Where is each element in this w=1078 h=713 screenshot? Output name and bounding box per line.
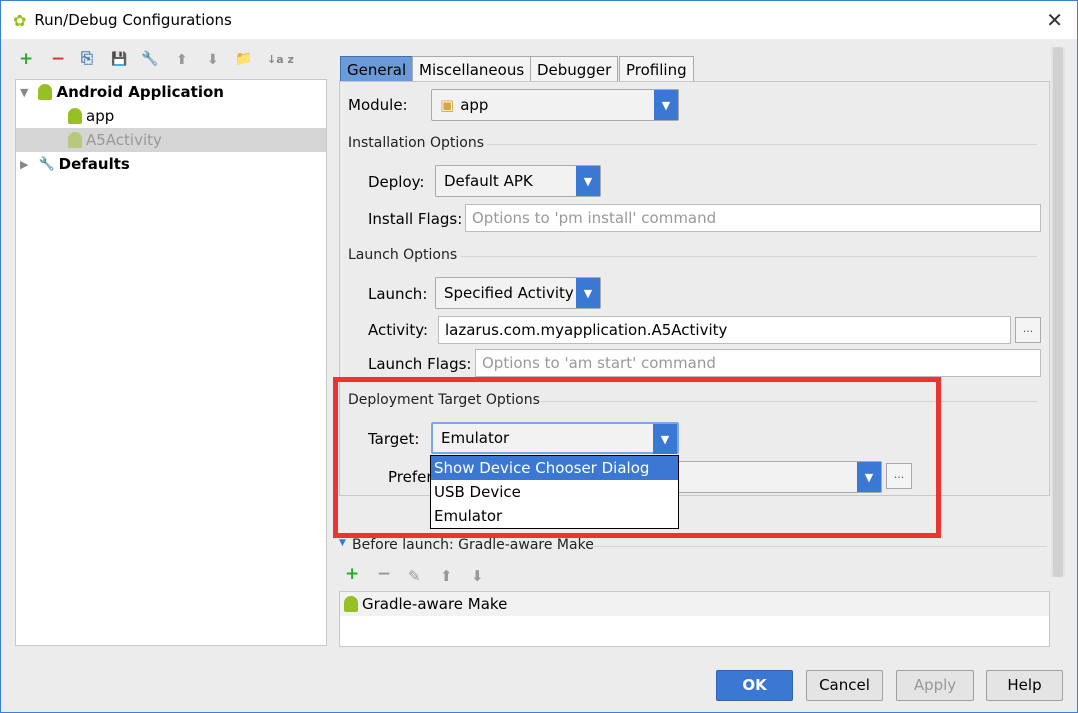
activity-label: Activity: (368, 321, 429, 339)
tree-item-label: app (86, 107, 115, 125)
help-button[interactable]: Help (986, 670, 1063, 701)
option-usb-device[interactable]: USB Device (431, 480, 678, 504)
tree-item-label: A5Activity (86, 131, 162, 149)
move-down-icon[interactable]: ⬇ (471, 567, 484, 585)
placeholder: Options to 'pm install' command (472, 209, 717, 227)
android-icon (38, 84, 53, 100)
ok-button[interactable]: OK (716, 670, 793, 701)
before-launch-item[interactable]: Gradle-aware Make (340, 592, 1049, 616)
module-select[interactable]: ▣ app ▼ (431, 89, 679, 121)
title-bar: ✿ Run/Debug Configurations (1, 1, 1077, 39)
before-launch-heading: Before launch: Gradle-aware Make (352, 537, 594, 553)
copy-icon[interactable]: ⎘ (81, 49, 93, 67)
module-value: app (460, 96, 489, 114)
launch-select[interactable]: Specified Activity ▼ (435, 277, 601, 309)
launch-options-heading: Launch Options (348, 247, 458, 263)
move-up-icon[interactable]: ⬆ (176, 52, 188, 68)
activity-value: lazarus.com.myapplication.A5Activity (445, 321, 728, 339)
divider (591, 546, 1047, 547)
module-label: Module: (348, 96, 408, 114)
window-title: Run/Debug Configurations (34, 11, 232, 29)
save-icon[interactable]: 💾 (111, 52, 127, 67)
remove-icon[interactable]: − (51, 49, 65, 69)
close-icon[interactable]: ✕ (1046, 8, 1063, 32)
before-launch-item-label: Gradle-aware Make (362, 595, 508, 613)
tree-item-defaults[interactable]: ▶ 🔧 Defaults (16, 152, 326, 176)
edit-task-icon[interactable]: ✎ (408, 567, 421, 585)
divider (461, 256, 1037, 257)
collapse-icon[interactable]: ▼ (339, 538, 346, 548)
tree-item-app[interactable]: app (16, 104, 326, 128)
module-folder-icon: ▣ (440, 96, 455, 114)
target-dropdown-list: Show Device Chooser Dialog USB Device Em… (430, 455, 679, 529)
activity-input[interactable]: lazarus.com.myapplication.A5Activity (438, 316, 1011, 344)
android-icon (68, 108, 82, 124)
tree-item-label: Defaults (58, 155, 130, 173)
android-icon (344, 596, 358, 612)
before-launch-list: Gradle-aware Make (339, 591, 1050, 647)
option-show-device-chooser[interactable]: Show Device Chooser Dialog (431, 456, 678, 480)
option-emulator[interactable]: Emulator (431, 504, 678, 528)
move-down-icon[interactable]: ⬇ (207, 52, 219, 68)
install-flags-input[interactable]: Options to 'pm install' command (465, 204, 1041, 232)
tab-debugger[interactable]: Debugger (530, 56, 619, 82)
launch-flags-input[interactable]: Options to 'am start' command (475, 349, 1041, 377)
folder-icon[interactable]: 📁 (235, 51, 252, 67)
config-tree: ▼ Android Application app A5Activity ▶ 🔧… (15, 79, 327, 646)
cancel-button[interactable]: Cancel (806, 670, 883, 701)
tree-item-label: Android Application (56, 83, 224, 101)
chevron-down-icon[interactable]: ▼ (576, 278, 600, 308)
tree-item-a5activity[interactable]: A5Activity (16, 128, 326, 152)
wrench-icon: 🔧 (38, 156, 55, 172)
add-task-icon[interactable]: + (345, 564, 359, 584)
deploy-select[interactable]: Default APK ▼ (435, 165, 601, 197)
move-up-icon[interactable]: ⬆ (440, 567, 453, 585)
wrench-icon[interactable]: 🔧 (141, 51, 158, 67)
launch-value: Specified Activity (444, 284, 574, 302)
deploy-value: Default APK (444, 172, 533, 190)
tab-general[interactable]: General (340, 56, 414, 82)
remove-task-icon[interactable]: − (377, 564, 391, 584)
scrollbar-thumb[interactable] (1053, 47, 1063, 577)
chevron-down-icon[interactable]: ▼ (576, 166, 600, 196)
add-icon[interactable]: + (19, 49, 33, 69)
expand-icon[interactable]: ▼ (20, 86, 28, 99)
launch-flags-label: Launch Flags: (368, 355, 472, 373)
sort-icon[interactable]: ↓a z (267, 53, 294, 66)
android-icon (68, 132, 82, 148)
tree-item-android-application[interactable]: ▼ Android Application (16, 80, 326, 104)
placeholder: Options to 'am start' command (482, 354, 716, 372)
tab-miscellaneous[interactable]: Miscellaneous (412, 56, 532, 82)
browse-activity-button[interactable]: ... (1015, 317, 1041, 343)
apply-button[interactable]: Apply (896, 670, 974, 701)
launch-label: Launch: (368, 285, 428, 303)
install-flags-label: Install Flags: (368, 210, 463, 228)
deploy-label: Deploy: (368, 173, 425, 191)
collapse-icon[interactable]: ▶ (20, 158, 28, 171)
divider (487, 144, 1037, 145)
android-studio-icon: ✿ (13, 10, 27, 30)
chevron-down-icon[interactable]: ▼ (654, 90, 678, 120)
tab-profiling[interactable]: Profiling (619, 56, 694, 82)
installation-options-heading: Installation Options (348, 135, 485, 151)
